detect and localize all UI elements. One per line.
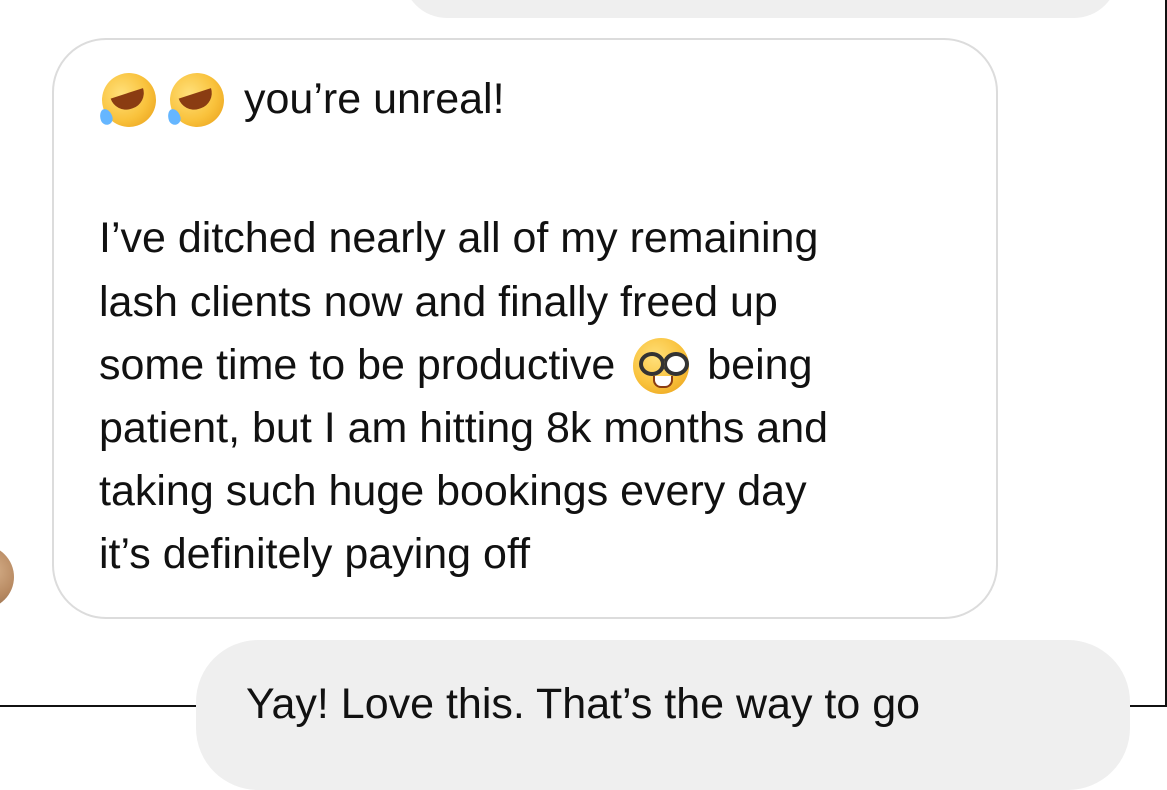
sent-message-bubble-top[interactable] — [403, 0, 1118, 18]
sent-message-text: Yay! Love this. That’s the way to go — [246, 680, 921, 728]
message-text-line-6: taking such huge bookings every day — [99, 467, 807, 515]
rolling-on-floor-laughing-emoji-icon — [162, 65, 232, 134]
message-text-line-7: it’s definitely paying off — [99, 530, 531, 578]
message-text-line-2: I’ve ditched nearly all of my remaining — [99, 214, 819, 262]
rolling-on-floor-laughing-emoji-icon — [94, 65, 164, 134]
nerd-face-emoji-icon — [633, 337, 690, 394]
sent-message-bubble-bottom[interactable]: Yay! Love this. That’s the way to go — [196, 640, 1130, 790]
message-line-4: some time to be productive being — [99, 334, 812, 397]
message-text-line-3: lash clients now and finally freed up — [99, 278, 778, 326]
message-text-line-5: patient, but I am hitting 8k months and — [99, 404, 829, 452]
message-text-line-4-part-1: some time to be productive — [99, 341, 616, 389]
message-text-line-1: you’re unreal! — [244, 75, 505, 123]
message-line-1: you’re unreal! — [94, 65, 505, 134]
message-text-line-4-part-2: being — [707, 341, 813, 389]
